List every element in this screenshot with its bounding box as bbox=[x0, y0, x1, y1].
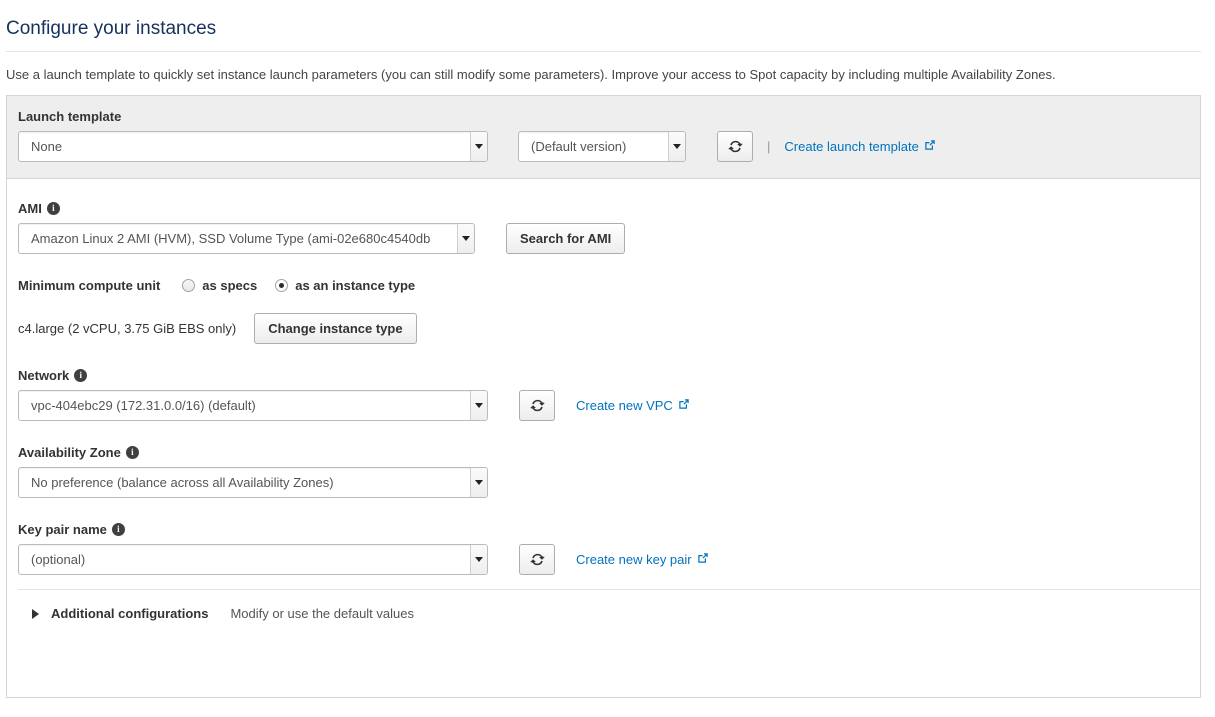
refresh-icon bbox=[727, 139, 743, 154]
key-pair-controls: (optional) Create new key pair bbox=[18, 544, 1200, 575]
network-section: Network i vpc-404ebc29 (172.31.0.0/16) (… bbox=[18, 368, 1200, 421]
radio-indicator bbox=[182, 279, 196, 292]
compute-unit-label-row: Minimum compute unit as specs as an inst… bbox=[18, 278, 1200, 293]
network-label-row: Network i bbox=[18, 368, 1200, 383]
change-instance-type-button[interactable]: Change instance type bbox=[254, 313, 417, 344]
create-new-vpc-label: Create new VPC bbox=[576, 398, 673, 413]
chevron-down-icon bbox=[457, 224, 474, 253]
availability-zone-select[interactable]: No preference (balance across all Availa… bbox=[18, 467, 488, 498]
instance-config-body: AMI i Amazon Linux 2 AMI (HVM), SSD Volu… bbox=[7, 179, 1200, 621]
radio-as-specs[interactable]: as specs bbox=[182, 278, 257, 293]
compute-unit-radio-group: as specs as an instance type bbox=[182, 278, 415, 293]
info-icon[interactable]: i bbox=[46, 202, 60, 215]
launch-template-label: Launch template bbox=[18, 109, 122, 124]
external-link-icon bbox=[678, 398, 690, 413]
refresh-icon bbox=[529, 552, 545, 567]
additional-configurations-subtitle: Modify or use the default values bbox=[230, 606, 414, 621]
key-pair-select-value: (optional) bbox=[31, 552, 86, 567]
availability-zone-select-value: No preference (balance across all Availa… bbox=[31, 475, 334, 490]
create-launch-template-label: Create launch template bbox=[784, 139, 919, 154]
chevron-down-icon bbox=[470, 545, 487, 574]
expand-triangle-icon bbox=[32, 608, 39, 619]
ami-label-row: AMI i bbox=[18, 201, 1200, 216]
launch-template-section: Launch template None (Default version) |… bbox=[7, 96, 1200, 179]
launch-template-version-value: (Default version) bbox=[531, 139, 627, 154]
network-select-value: vpc-404ebc29 (172.31.0.0/16) (default) bbox=[31, 398, 256, 413]
chevron-down-icon bbox=[668, 132, 685, 161]
refresh-key-pair-button[interactable] bbox=[519, 544, 555, 575]
launch-template-select[interactable]: None bbox=[18, 131, 488, 162]
key-pair-section: Key pair name i (optional) Create new ke… bbox=[18, 522, 1200, 575]
radio-as-instance-type-label: as an instance type bbox=[295, 278, 416, 293]
key-pair-select[interactable]: (optional) bbox=[18, 544, 488, 575]
info-icon[interactable]: i bbox=[111, 523, 125, 536]
ami-select-value: Amazon Linux 2 AMI (HVM), SSD Volume Typ… bbox=[31, 231, 431, 246]
network-select[interactable]: vpc-404ebc29 (172.31.0.0/16) (default) bbox=[18, 390, 488, 421]
refresh-launch-templates-button[interactable] bbox=[717, 131, 753, 162]
create-new-vpc-link[interactable]: Create new VPC bbox=[576, 398, 690, 413]
refresh-icon bbox=[529, 398, 545, 413]
availability-zone-label: Availability Zone bbox=[18, 445, 121, 460]
launch-template-label-row: Launch template bbox=[18, 109, 1200, 124]
chevron-down-icon bbox=[470, 391, 487, 420]
instance-type-row: c4.large (2 vCPU, 3.75 GiB EBS only) Cha… bbox=[18, 313, 1200, 344]
ami-select[interactable]: Amazon Linux 2 AMI (HVM), SSD Volume Typ… bbox=[18, 223, 475, 254]
launch-template-select-value: None bbox=[31, 139, 63, 154]
availability-zone-section: Availability Zone i No preference (balan… bbox=[18, 445, 1200, 498]
create-new-key-pair-link[interactable]: Create new key pair bbox=[576, 552, 709, 567]
radio-indicator bbox=[275, 279, 289, 292]
info-icon[interactable]: i bbox=[74, 369, 88, 382]
create-new-key-pair-label: Create new key pair bbox=[576, 552, 692, 567]
chevron-down-icon bbox=[470, 132, 487, 161]
create-launch-template-link[interactable]: Create launch template bbox=[784, 139, 935, 154]
additional-configurations-title: Additional configurations bbox=[51, 606, 209, 621]
key-pair-label-row: Key pair name i bbox=[18, 522, 1200, 537]
availability-zone-label-row: Availability Zone i bbox=[18, 445, 1200, 460]
configure-instances-panel: Launch template None (Default version) |… bbox=[6, 95, 1201, 698]
key-pair-label: Key pair name bbox=[18, 522, 107, 537]
radio-as-instance-type[interactable]: as an instance type bbox=[275, 278, 415, 293]
additional-configurations-toggle[interactable]: Additional configurations Modify or use … bbox=[18, 590, 1200, 621]
network-controls: vpc-404ebc29 (172.31.0.0/16) (default) C… bbox=[18, 390, 1200, 421]
instance-type-summary: c4.large (2 vCPU, 3.75 GiB EBS only) bbox=[18, 321, 237, 336]
launch-template-controls: None (Default version) | Create launch t… bbox=[18, 131, 1200, 162]
availability-zone-controls: No preference (balance across all Availa… bbox=[18, 467, 1200, 498]
external-link-icon bbox=[697, 552, 709, 567]
controls-separator: | bbox=[767, 139, 771, 154]
ami-section: AMI i Amazon Linux 2 AMI (HVM), SSD Volu… bbox=[18, 201, 1200, 254]
launch-template-version-select[interactable]: (Default version) bbox=[518, 131, 686, 162]
chevron-down-icon bbox=[470, 468, 487, 497]
external-link-icon bbox=[924, 139, 936, 154]
search-for-ami-button[interactable]: Search for AMI bbox=[506, 223, 626, 254]
minimum-compute-unit-section: Minimum compute unit as specs as an inst… bbox=[18, 278, 1200, 344]
page-title: Configure your instances bbox=[6, 18, 217, 39]
radio-as-specs-label: as specs bbox=[202, 278, 258, 293]
page-description: Use a launch template to quickly set ins… bbox=[6, 67, 1056, 82]
refresh-network-button[interactable] bbox=[519, 390, 555, 421]
network-label: Network bbox=[18, 368, 70, 383]
ami-label: AMI bbox=[18, 201, 42, 216]
ami-controls: Amazon Linux 2 AMI (HVM), SSD Volume Typ… bbox=[18, 223, 1200, 254]
info-icon[interactable]: i bbox=[125, 446, 139, 459]
minimum-compute-unit-label: Minimum compute unit bbox=[18, 278, 161, 293]
